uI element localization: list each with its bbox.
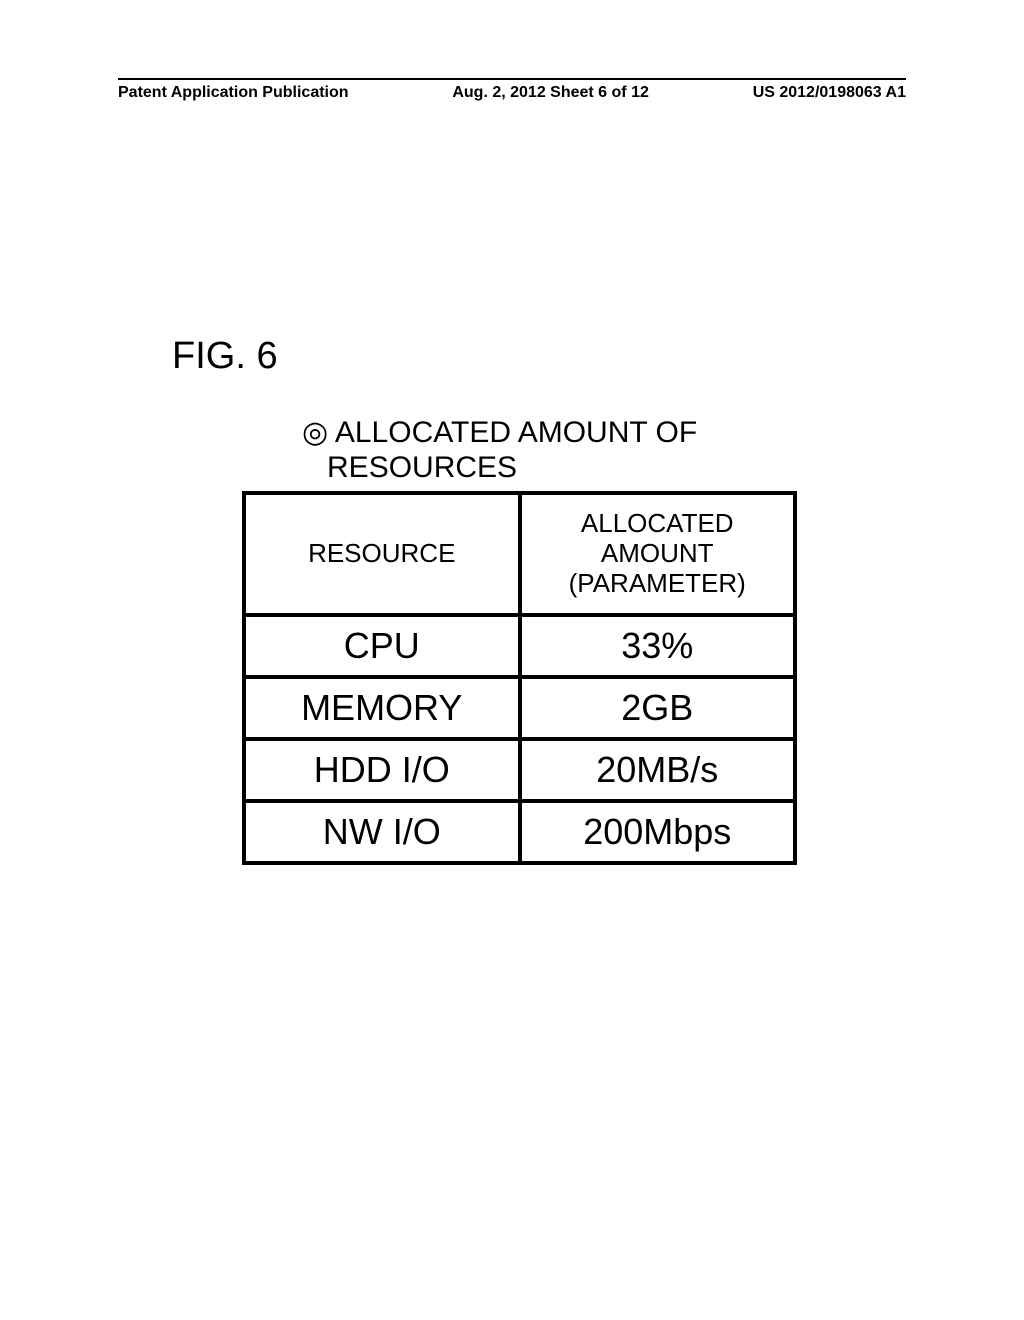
table-row: HDD I/O 20MB/s: [244, 739, 795, 801]
header-center: Aug. 2, 2012 Sheet 6 of 12: [452, 84, 649, 102]
cell-resource: NW I/O: [244, 801, 520, 863]
cell-amount: 200Mbps: [520, 801, 796, 863]
figure-wrap: FIG. 6 ◎ ALLOCATED AMOUNT OF RESOURCES R…: [172, 335, 832, 865]
col-header-resource: RESOURCE: [244, 493, 520, 615]
table-title-line2: RESOURCES: [327, 451, 517, 484]
table-header-row: RESOURCE ALLOCATED AMOUNT (PARAMETER): [244, 493, 795, 615]
cell-amount: 20MB/s: [520, 739, 796, 801]
cell-amount: 2GB: [520, 677, 796, 739]
header-right: US 2012/0198063 A1: [753, 84, 906, 102]
table-row: CPU 33%: [244, 615, 795, 677]
cell-resource: HDD I/O: [244, 739, 520, 801]
page-header: Patent Application Publication Aug. 2, 2…: [118, 78, 906, 102]
resource-table-wrap: RESOURCE ALLOCATED AMOUNT (PARAMETER) CP…: [242, 491, 797, 865]
cell-amount: 33%: [520, 615, 796, 677]
col-header-amount-l2: AMOUNT: [601, 538, 714, 568]
col-header-amount-l1: ALLOCATED: [581, 508, 734, 538]
cell-resource: CPU: [244, 615, 520, 677]
col-header-amount: ALLOCATED AMOUNT (PARAMETER): [520, 493, 796, 615]
cell-resource: MEMORY: [244, 677, 520, 739]
table-row: MEMORY 2GB: [244, 677, 795, 739]
resource-table: RESOURCE ALLOCATED AMOUNT (PARAMETER) CP…: [242, 491, 797, 865]
table-title: ◎ ALLOCATED AMOUNT OF RESOURCES: [302, 416, 832, 485]
col-header-amount-l3: (PARAMETER): [569, 568, 746, 598]
header-left: Patent Application Publication: [118, 84, 349, 102]
table-row: NW I/O 200Mbps: [244, 801, 795, 863]
figure-label: FIG. 6: [172, 335, 832, 378]
table-title-line1: ◎ ALLOCATED AMOUNT OF: [302, 416, 697, 449]
